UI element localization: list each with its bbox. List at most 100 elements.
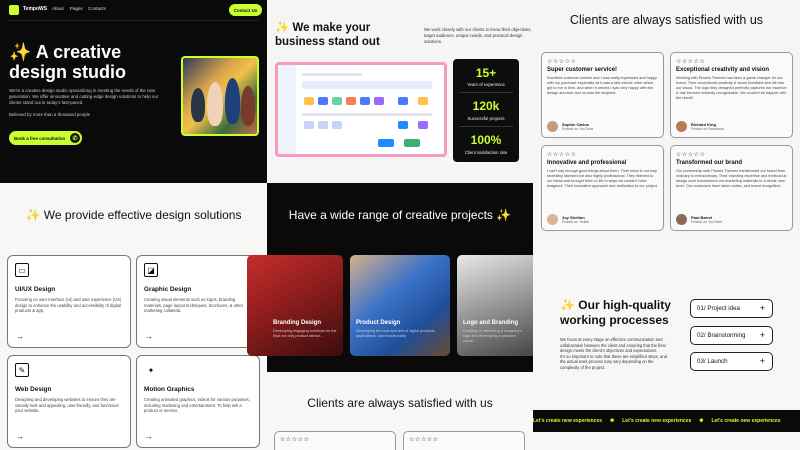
brand-name[interactable]: TempoWS — [23, 6, 47, 12]
dashboard-preview-image — [275, 62, 447, 157]
testimonial-author: Richard King Posted on Facebook — [676, 121, 724, 132]
stat-years-label: Years of experience — [467, 82, 505, 87]
plus-icon[interactable]: + — [760, 356, 765, 366]
header-divider — [9, 20, 259, 21]
avatar — [547, 214, 558, 225]
process-description: We focus at every stage on effective com… — [560, 337, 667, 370]
star-icon: ✱ — [699, 418, 704, 424]
project-description: Developing the look and feel of digital … — [356, 329, 436, 338]
process-step-project-idea[interactable]: 01/ Project idea + — [690, 299, 773, 318]
brand-logo-icon[interactable] — [9, 5, 19, 15]
arrow-right-icon[interactable]: → — [145, 432, 153, 441]
services-section: ✨ We provide effective design solutions … — [0, 183, 267, 450]
arrow-right-icon[interactable]: → — [16, 332, 24, 341]
service-card-graphic[interactable]: ◪ Graphic Design Creating visual element… — [136, 255, 260, 348]
rating-stars: ☆☆☆☆☆ — [547, 59, 577, 65]
service-description: Creating animated graphics, videos for v… — [144, 397, 250, 414]
contact-us-button[interactable]: Contact Us — [229, 4, 262, 16]
testimonial-card: ☆☆☆☆☆ — [274, 431, 396, 450]
arrow-right-icon[interactable]: → — [145, 332, 153, 341]
nav-pages[interactable]: Pages — [70, 6, 83, 11]
project-description: Developing engaging solutions for the fi… — [273, 329, 337, 338]
service-description: Creating visual elements such as logos, … — [144, 297, 244, 314]
testimonial-title: Exceptional creativity and vision — [676, 67, 770, 73]
testimonial-title: Transformed our brand — [676, 160, 743, 166]
testimonial-card: ☆☆☆☆☆ Exceptional creativity and vision … — [670, 52, 793, 138]
business-description: We work closely with our clients to know… — [424, 27, 532, 44]
service-title: Web Design — [15, 386, 52, 393]
testimonial-body: Working with Pixzels Themes has been a g… — [676, 76, 787, 100]
marquee-banner: Let’s create new experiences ✱ Let’s cre… — [533, 410, 800, 432]
rating-stars: ☆☆☆☆☆ — [547, 152, 577, 158]
testimonial-card: ☆☆☆☆☆ Innovative and professional I can’… — [541, 145, 664, 231]
process-step-launch[interactable]: 03/ Launch + — [690, 352, 773, 371]
project-card-product[interactable]: Product Design Developing the look and f… — [350, 255, 450, 356]
rating-stars: ☆☆☆☆☆ — [676, 152, 706, 158]
hero-section: TempoWS About Pages Contacts Contact Us … — [0, 0, 267, 183]
service-card-motion[interactable]: ✦ Motion Graphics Creating animated grap… — [136, 355, 260, 448]
step-label: 03/ Launch — [697, 358, 728, 365]
phone-icon: ✆ — [70, 133, 80, 143]
services-title: ✨ We provide effective design solutions — [25, 208, 242, 222]
hero-title: ✨ A creative design studio — [9, 42, 126, 82]
nav-contacts[interactable]: Contacts — [88, 6, 106, 11]
plus-icon[interactable]: + — [760, 303, 765, 313]
stat-satisfaction-label: Client satisfaction rate — [464, 150, 508, 155]
testimonial-author: Joy Shelton Posted on Twitch — [547, 214, 589, 225]
testimonial-title: Super customer service! — [547, 67, 618, 73]
cta-label: Book a free consultation — [14, 135, 66, 141]
project-title: Product Design — [356, 320, 401, 326]
process-section: ✨ Our high-quality working processes We … — [533, 240, 800, 410]
testimonial-body: I can’t say enough good things about the… — [547, 169, 658, 188]
step-label: 01/ Project idea — [697, 305, 740, 312]
testimonial-author: Paul Barrel Posted on YouTube — [676, 214, 722, 225]
testimonial-body: Our partnership with Pixzels Themes tran… — [676, 169, 787, 188]
author-source: Posted on Twitch — [562, 220, 590, 224]
avatar — [676, 121, 687, 132]
author-source: Posted on YouTube — [562, 127, 594, 131]
arrow-right-icon[interactable]: → — [16, 432, 24, 441]
service-description: Designing and developing websites to ens… — [15, 397, 119, 414]
footer-space — [533, 432, 800, 450]
service-card-uiux[interactable]: ▭ UI/UX Design Focusing on user interfac… — [7, 255, 131, 348]
rating-stars: ☆☆☆☆☆ — [280, 437, 310, 443]
testimonial-card: ☆☆☆☆☆ — [403, 431, 525, 450]
service-title: UI/UX Design — [15, 286, 56, 293]
clients-testimonials-section: Clients are always satisfied with us ☆☆☆… — [533, 0, 800, 240]
business-section: ✨ We make your business stand out We wor… — [267, 0, 533, 183]
project-card-branding[interactable]: Branding Design Developing engaging solu… — [247, 255, 343, 356]
author-source: Posted on Facebook — [691, 127, 724, 131]
hero-team-photo — [181, 56, 259, 136]
book-consultation-button[interactable]: Book a free consultation ✆ — [9, 131, 82, 145]
rating-stars: ☆☆☆☆☆ — [676, 59, 706, 65]
monitor-icon: ▭ — [15, 263, 29, 277]
avatar — [547, 121, 558, 132]
process-step-brainstorming[interactable]: 02/ Brainstorming + — [690, 326, 773, 345]
page-root: TempoWS About Pages Contacts Contact Us … — [0, 0, 800, 450]
projects-section: Have a wide range of creative projects ✨… — [247, 183, 557, 372]
stat-satisfaction-value: 100% — [470, 133, 502, 147]
marquee-text: Let’s create new experiences — [533, 418, 603, 424]
hero-description: We’re a creative design studio specializ… — [9, 88, 159, 105]
stats-panel: 15+ Years of experience 120k Successful … — [453, 59, 519, 162]
service-description: Focusing on user interface (UI) and user… — [15, 297, 122, 314]
nav-about[interactable]: About — [52, 6, 64, 11]
clients-bottom-section: Clients are always satisfied with us ☆☆☆… — [267, 372, 533, 450]
testimonial-author: Sophie Carlos Posted on YouTube — [547, 121, 593, 132]
hero-believed-text: Believed by more than a thousand people — [9, 112, 91, 117]
testimonial-title: Innovative and professional — [547, 160, 627, 166]
plus-icon[interactable]: + — [760, 330, 765, 340]
project-description: Creating or refreshing a company’s logo … — [463, 329, 523, 343]
edit-icon: ✎ — [15, 363, 29, 377]
process-title: ✨ Our high-quality working processes — [560, 298, 671, 327]
marquee-text: Let’s create new experiences — [711, 418, 781, 424]
stat-projects-label: Successful projects — [467, 116, 505, 121]
image-icon: ◪ — [144, 263, 158, 277]
stat-projects-value: 120k — [472, 99, 500, 113]
service-card-web[interactable]: ✎ Web Design Designing and developing we… — [7, 355, 131, 448]
testimonial-card: ☆☆☆☆☆ Transformed our brand Our partners… — [670, 145, 793, 231]
project-title: Branding Design — [273, 320, 322, 326]
clients-bottom-title: Clients are always satisfied with us — [307, 396, 493, 410]
business-title: ✨ We make your business stand out — [275, 22, 380, 48]
rating-stars: ☆☆☆☆☆ — [409, 437, 439, 443]
